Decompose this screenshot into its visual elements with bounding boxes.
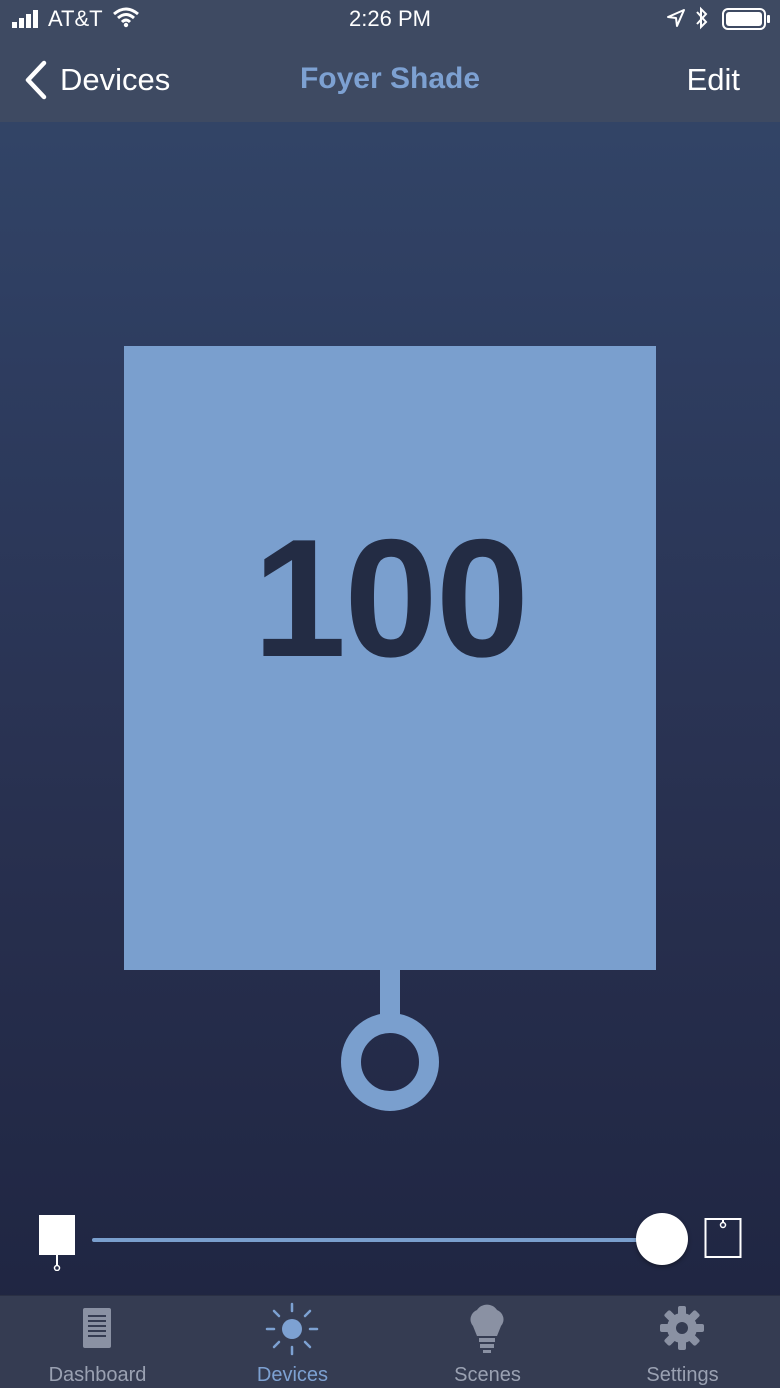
location-arrow-icon	[667, 9, 685, 27]
app-screen: AT&T 2:26 PM Devices Foyer Shade Edit 10…	[0, 0, 780, 1388]
scenes-icon	[470, 1304, 504, 1353]
tab-settings[interactable]: Settings	[585, 1296, 780, 1388]
shade-pull-cord-icon[interactable]	[340, 968, 440, 1114]
shade-position-slider	[0, 1205, 780, 1277]
bluetooth-icon	[696, 6, 708, 30]
settings-icon	[660, 1306, 704, 1350]
tab-label: Devices	[256, 1364, 329, 1386]
tab-label: Settings	[646, 1364, 719, 1386]
slider-thumb[interactable]	[636, 1213, 688, 1265]
devices-icon	[265, 1302, 319, 1356]
status-time: 2:26 PM	[349, 6, 431, 31]
top-bar: AT&T 2:26 PM Devices Foyer Shade Edit	[0, 0, 780, 122]
tab-dashboard[interactable]: Dashboard	[0, 1296, 195, 1388]
tab-scenes[interactable]: Scenes	[390, 1296, 585, 1388]
dashboard-icon	[83, 1308, 111, 1348]
tab-label: Scenes	[454, 1364, 521, 1386]
tab-devices[interactable]: Devices	[195, 1296, 390, 1388]
tab-bar: Dashboard Devices Scenes Settings	[0, 1295, 780, 1388]
edit-button[interactable]: Edit	[687, 62, 740, 98]
shade-closed-icon	[704, 1218, 742, 1258]
slider-track[interactable]	[92, 1238, 662, 1242]
battery-icon	[722, 8, 770, 30]
shade-graphic[interactable]: 100	[124, 346, 656, 970]
shade-open-icon	[39, 1215, 75, 1271]
navigation-bar: Devices Foyer Shade Edit	[0, 48, 780, 112]
shade-position-value: 100	[252, 504, 529, 692]
tab-label: Dashboard	[48, 1364, 147, 1386]
status-bar: AT&T 2:26 PM	[0, 0, 780, 40]
page-title: Foyer Shade	[299, 62, 481, 95]
